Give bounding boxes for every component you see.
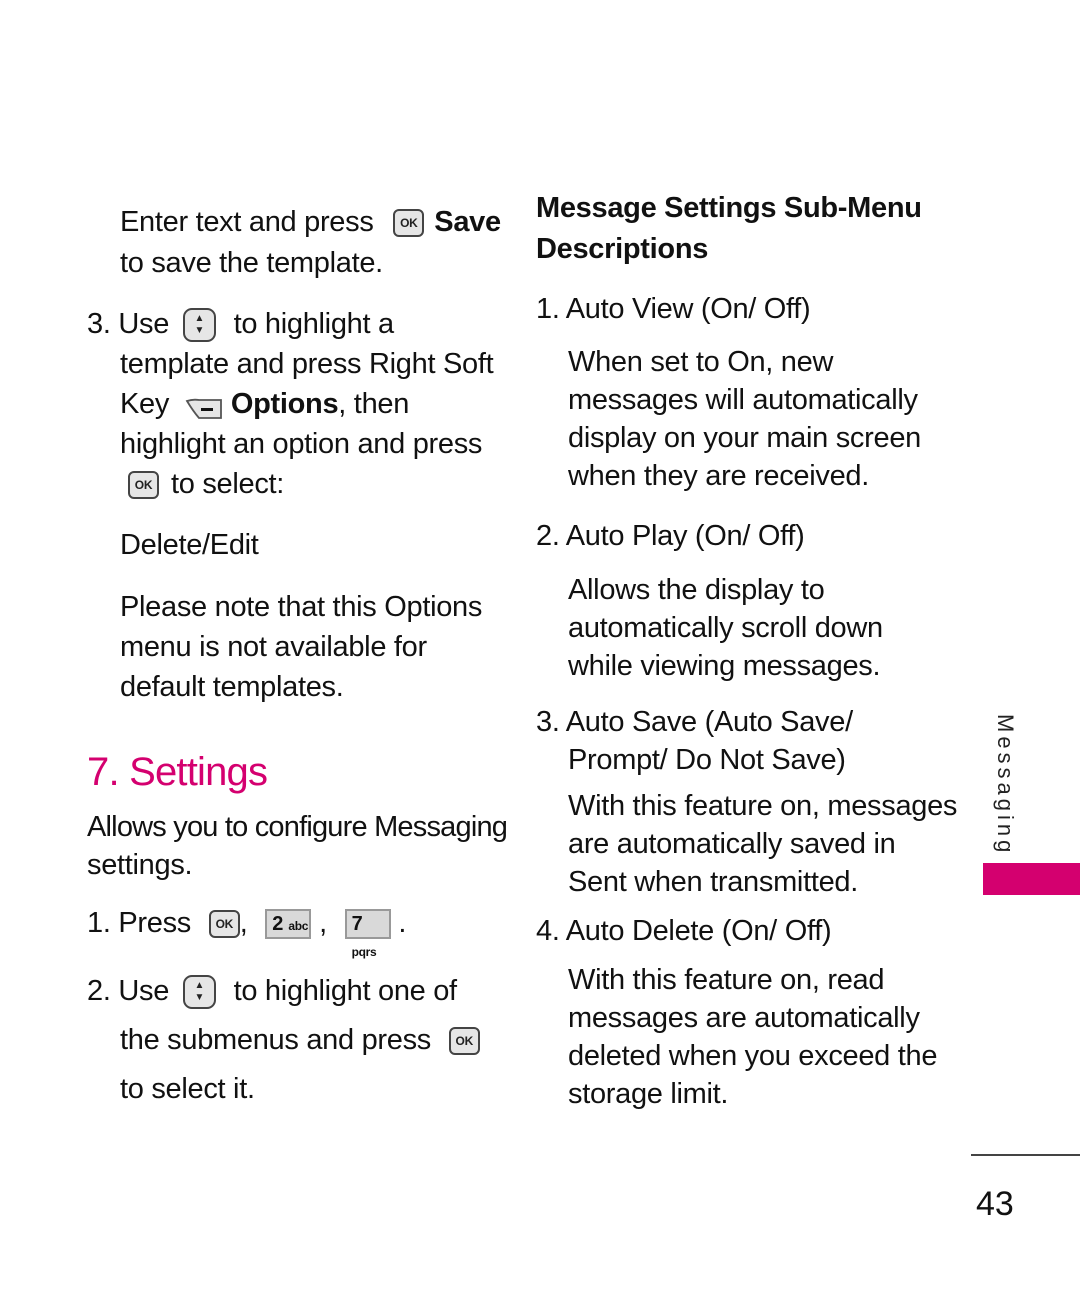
separator: . bbox=[398, 907, 407, 939]
step-number: 3. bbox=[87, 308, 111, 340]
section-description: settings. bbox=[87, 849, 193, 881]
key-digit: 2 bbox=[272, 913, 284, 936]
navigation-key-icon: ▲ ▼ bbox=[182, 308, 216, 343]
submenu-item-title: Prompt/ Do Not Save) bbox=[568, 744, 846, 776]
key-letters: abc bbox=[288, 919, 309, 934]
submenu-heading: Message Settings Sub-Menu bbox=[536, 192, 922, 224]
submenu-item-title: 2. Auto Play (On/ Off) bbox=[536, 520, 805, 552]
section-title: 7. Settings bbox=[87, 750, 268, 794]
arrow-down-icon: ▼ bbox=[194, 992, 205, 1004]
section-description: Allows you to configure Messaging bbox=[87, 811, 508, 843]
submenu-item-desc: storage limit. bbox=[568, 1078, 729, 1110]
submenu-item-desc: when they are received. bbox=[568, 460, 869, 492]
side-tab-label-wrap: Messaging bbox=[984, 714, 1024, 857]
note-line: Please note that this Options bbox=[120, 591, 483, 623]
arrow-down-icon: ▼ bbox=[194, 325, 205, 337]
settings-step-2-line-3: to select it. bbox=[120, 1073, 255, 1105]
separator: , bbox=[239, 907, 248, 939]
submenu-item-desc: messages will automatically bbox=[568, 384, 918, 416]
submenu-item-title: 1. Auto View (On/ Off) bbox=[536, 293, 811, 325]
step-text: Press bbox=[118, 907, 191, 939]
submenu-item-desc: Sent when transmitted. bbox=[568, 866, 858, 898]
ok-key-icon: OK bbox=[448, 1027, 480, 1056]
intro-text: Enter text and press bbox=[120, 206, 374, 238]
key-digit: 7 bbox=[351, 913, 363, 936]
ok-key-icon: OK bbox=[128, 471, 159, 500]
step-text: the submenus and press bbox=[120, 1024, 431, 1056]
note-line: default templates. bbox=[120, 671, 344, 703]
key-letters: pqrs bbox=[351, 945, 377, 960]
submenu-item-desc: while viewing messages. bbox=[568, 650, 881, 682]
step3-line-1: 3. Use ▲ ▼ to highlight a bbox=[87, 305, 394, 343]
side-tab-bar bbox=[983, 863, 1080, 895]
navigation-key-icon: ▲ ▼ bbox=[182, 975, 216, 1010]
submenu-item-desc: display on your main screen bbox=[568, 422, 921, 454]
submenu-item-desc: When set to On, new bbox=[568, 346, 834, 378]
settings-step-1: 1. Press OK, 2 abc , 7 pqrs . bbox=[87, 904, 407, 959]
key-2-abc-icon: 2 abc bbox=[265, 909, 312, 940]
submenu-item-title: 4. Auto Delete (On/ Off) bbox=[536, 915, 832, 947]
page-number: 43 bbox=[976, 1185, 1014, 1223]
footer-rule bbox=[971, 1154, 1080, 1156]
ok-key-icon: OK bbox=[393, 209, 425, 238]
note-line: menu is not available for bbox=[120, 631, 427, 663]
step-text: to highlight one of bbox=[233, 975, 458, 1007]
submenu-item-title: 3. Auto Save (Auto Save/ bbox=[536, 706, 853, 738]
intro-line-1: Enter text and press OK Save bbox=[120, 203, 501, 241]
submenu-item-desc: automatically scroll down bbox=[568, 612, 883, 644]
settings-step-2-line-1: 2. Use ▲ ▼ to highlight one of bbox=[87, 972, 457, 1010]
step-number: 2. bbox=[87, 975, 111, 1007]
step3-line-5: OK to select: bbox=[128, 465, 284, 503]
submenu-item-desc: With this feature on, read bbox=[568, 964, 885, 996]
step-text: to highlight a bbox=[233, 308, 395, 340]
step3-line-2: template and press Right Soft bbox=[120, 348, 494, 380]
arrow-up-icon: ▲ bbox=[194, 313, 205, 325]
submenu-item-desc: Allows the display to bbox=[568, 574, 825, 606]
key-7-pqrs-icon: 7 pqrs bbox=[344, 909, 391, 959]
side-tab-label: Messaging bbox=[993, 714, 1018, 857]
submenu-heading: Descriptions bbox=[536, 233, 709, 265]
save-label: Save bbox=[434, 206, 501, 238]
step-text: Use bbox=[118, 308, 170, 340]
right-soft-key-icon bbox=[185, 393, 223, 420]
step-text: Key bbox=[120, 388, 170, 420]
intro-line-2: to save the template. bbox=[120, 247, 383, 279]
submenu-item-desc: messages are automatically bbox=[568, 1002, 920, 1034]
options-label: Options bbox=[230, 388, 339, 420]
option-label: Delete/Edit bbox=[120, 529, 259, 561]
step-text: Use bbox=[118, 975, 170, 1007]
settings-step-2-line-2: the submenus and press OK bbox=[120, 1021, 480, 1059]
arrow-up-icon: ▲ bbox=[194, 980, 205, 992]
ok-key-icon: OK bbox=[208, 910, 240, 939]
submenu-item-desc: are automatically saved in bbox=[568, 828, 896, 860]
submenu-item-desc: deleted when you exceed the bbox=[568, 1040, 938, 1072]
step3-line-4: highlight an option and press bbox=[120, 428, 483, 460]
separator: , bbox=[319, 907, 327, 939]
submenu-item-desc: With this feature on, messages bbox=[568, 790, 958, 822]
step3-line-3: Key Options, then bbox=[120, 385, 409, 423]
step-text: , then bbox=[338, 388, 410, 420]
step-text: to select: bbox=[171, 468, 285, 500]
step-number: 1. bbox=[87, 907, 111, 939]
